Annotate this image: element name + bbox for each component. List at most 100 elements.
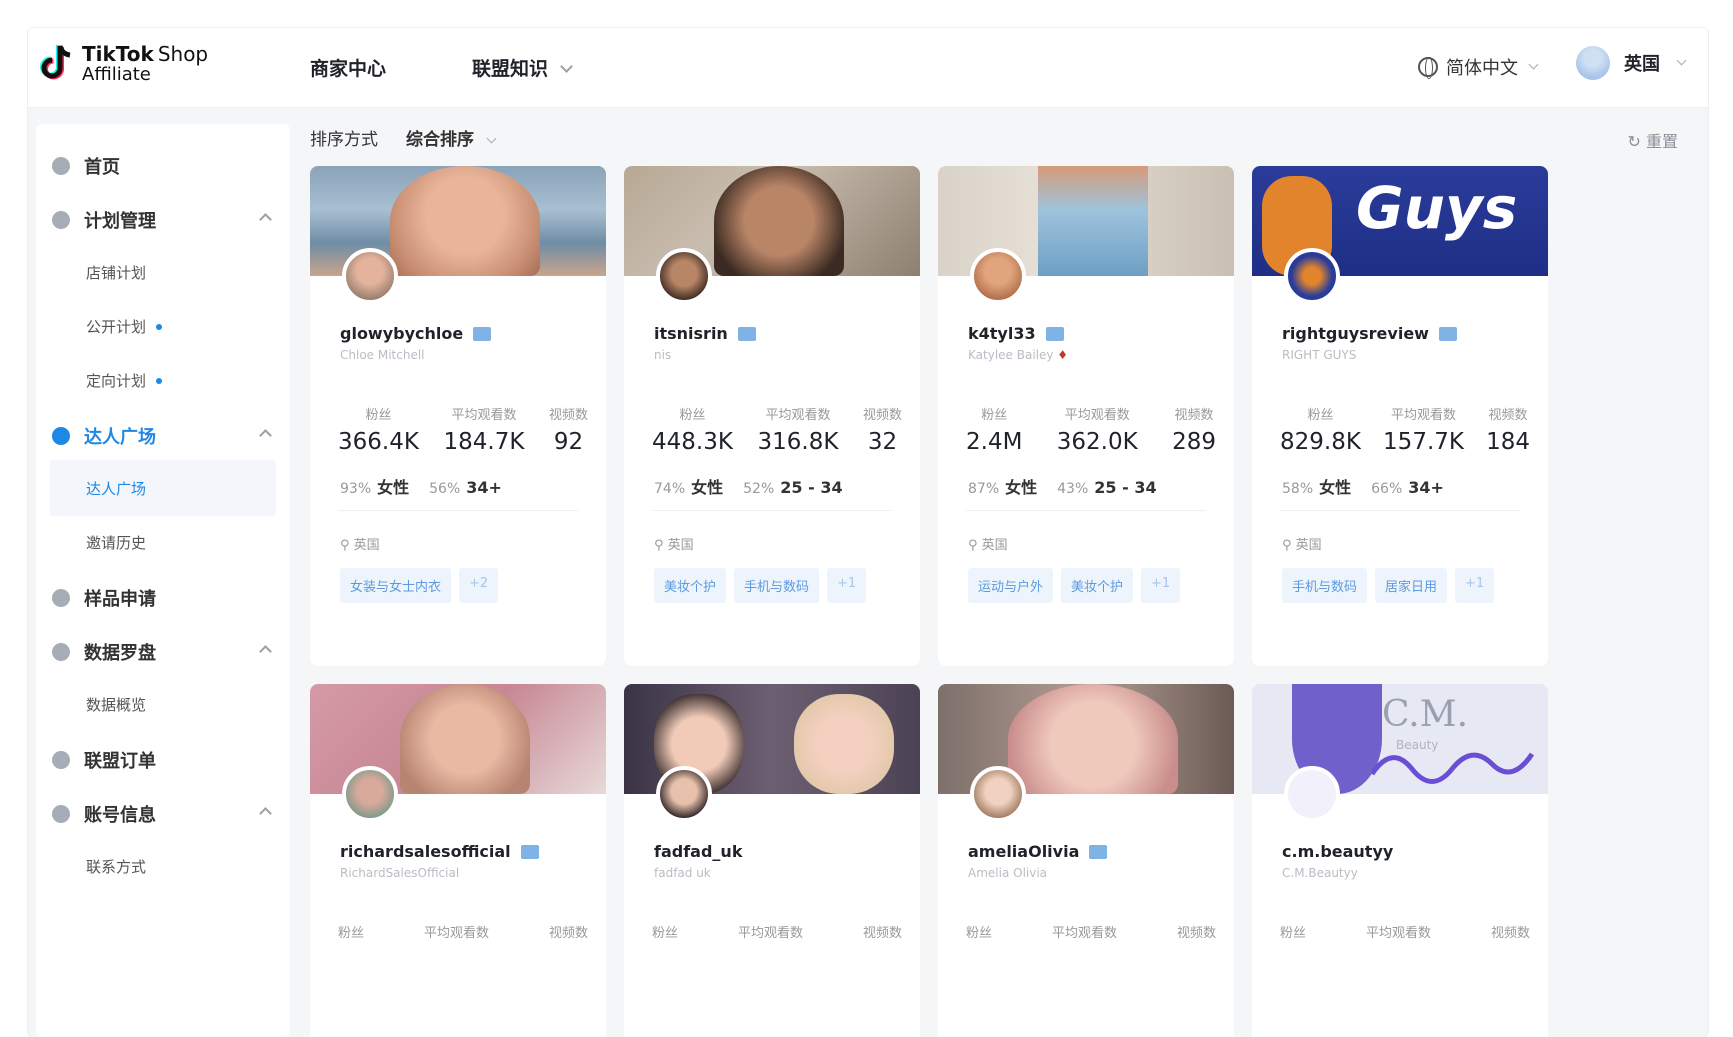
nav-merchant-center[interactable]: 商家中心 (310, 54, 386, 81)
username-text: fadfad_uk (654, 842, 743, 861)
creator-username[interactable]: fadfad_uk (654, 842, 742, 861)
chevron-up-icon (259, 807, 272, 820)
avg-views-label: 平均观看数 (1064, 408, 1130, 423)
username-text: c.m.beautyy (1282, 842, 1394, 861)
avg-views-value: 157.7K (1383, 429, 1464, 455)
avg-views-label: 平均观看数 (451, 408, 517, 423)
audience-demographics: 93% 女性 56% 34+ (340, 474, 502, 498)
sidebar-item-creator-square-sub[interactable]: 达人广场 (86, 478, 146, 499)
nickname-text: Katylee Bailey (968, 348, 1054, 362)
new-dot-icon (156, 378, 163, 384)
creator-card[interactable]: k4tyl33 Katylee Bailey ♦ 粉丝 2.4M 平均观看数 362… (938, 166, 1234, 666)
creator-nickname: nis (654, 348, 672, 362)
sidebar-item-creator-square[interactable]: 达人广场 (36, 414, 290, 458)
creator-card[interactable]: glowybychloe Chloe Mitchell 粉丝 366.4K 平均观… (310, 166, 606, 666)
username-text: itsnisrin (654, 324, 728, 343)
new-dot-icon (156, 324, 163, 330)
avatar (656, 248, 712, 304)
sort-bar: 排序方式 综合排序 (310, 120, 497, 154)
more-tags-badge[interactable]: +2 (459, 568, 499, 603)
sidebar-item-targeted-plan[interactable]: 定向计划 (86, 370, 163, 391)
creator-username[interactable]: rightguysreview (1282, 324, 1457, 343)
username-text: ameliaOlivia (968, 842, 1080, 861)
sidebar-item-label: 定向计划 (86, 372, 147, 390)
creator-nickname: fadfad uk (654, 866, 711, 880)
audience-demographics: 87% 女性 43% 25 - 34 (968, 474, 1157, 498)
id-card-icon (1438, 326, 1457, 341)
sidebar-item-account-info[interactable]: 账号信息 (36, 792, 290, 836)
creator-username[interactable]: k4tyl33 (968, 324, 1064, 343)
wave-decoration-icon (1372, 752, 1535, 784)
creator-stats: 粉丝 平均观看数 视频数 (1280, 922, 1530, 941)
creator-stats: 粉丝 829.8K 平均观看数 157.7K 视频数 184 (1280, 404, 1530, 455)
cover-text: Guys (1356, 174, 1518, 242)
creator-card[interactable]: C.M. Beauty c.m.beautyy C.M.Beautyy 粉丝 平… (1252, 684, 1548, 1037)
location-pin-icon: ⚲ (1282, 538, 1296, 553)
user-menu[interactable]: 英国 (1576, 46, 1687, 80)
more-tags-badge[interactable]: +1 (1455, 568, 1495, 603)
creator-location: ⚲ 英国 (1282, 534, 1322, 553)
more-tags-badge[interactable]: +1 (827, 568, 867, 603)
sidebar-item-sample-request[interactable]: 样品申请 (36, 576, 290, 620)
creator-username[interactable]: c.m.beautyy (1282, 842, 1393, 861)
videos-value: 92 (553, 429, 584, 455)
refresh-icon: ↻ (1627, 132, 1646, 151)
nav-alliance-knowledge[interactable]: 联盟知识 (472, 54, 573, 81)
location-pin-icon: ⚲ (340, 538, 354, 553)
sidebar-item-home[interactable]: 首页 (36, 144, 290, 188)
category-tags: 运动与户外 美妆个护 +1 (968, 568, 1181, 603)
avg-views-label: 平均观看数 (1391, 408, 1457, 423)
creator-location: ⚲ 英国 (340, 534, 380, 553)
category-tag: 手机与数码 (1282, 568, 1368, 603)
sidebar-item-invite-history[interactable]: 邀请历史 (86, 532, 146, 553)
category-tag: 手机与数码 (734, 568, 820, 603)
age-label: 25 - 34 (1094, 478, 1157, 497)
avg-views-label: 平均观看数 (423, 926, 489, 941)
creator-card[interactable]: itsnisrin nis 粉丝 448.3K 平均观看数 316.8K 视频数 32… (624, 166, 920, 666)
sidebar-item-label: 数据罗盘 (84, 643, 156, 664)
avatar (1284, 248, 1340, 304)
sidebar-item-plan-management[interactable]: 计划管理 (36, 198, 290, 242)
creator-stats: 粉丝 平均观看数 视频数 (338, 922, 588, 941)
tiktok-shop-affiliate-logo[interactable]: TikTok Shop Affiliate (36, 42, 208, 86)
category-tags: 女装与女士内衣 +2 (340, 568, 499, 603)
username-text: glowybychloe (340, 324, 464, 343)
creator-username[interactable]: richardsalesofficial (340, 842, 539, 861)
tiktok-logo-icon (36, 42, 76, 86)
sidebar-item-store-plan[interactable]: 店铺计划 (86, 262, 146, 283)
location-text: 英国 (981, 538, 1008, 553)
creator-card[interactable]: Guys rightguysreview RIGHT GUYS 粉丝 829.8K… (1252, 166, 1548, 666)
chevron-up-icon (259, 645, 272, 658)
avg-views-label: 平均观看数 (1051, 926, 1117, 941)
region-label: 英国 (1624, 54, 1660, 75)
creator-card[interactable]: richardsalesofficial RichardSalesOfficia… (310, 684, 606, 1037)
creator-username[interactable]: ameliaOlivia (968, 842, 1108, 861)
home-icon (52, 157, 70, 175)
sidebar-item-alliance-orders[interactable]: 联盟订单 (36, 738, 290, 782)
creator-stats: 粉丝 平均观看数 视频数 (966, 922, 1216, 941)
fans-label: 粉丝 (679, 408, 706, 423)
sort-select[interactable]: 综合排序 (406, 125, 497, 150)
avatar (1284, 766, 1340, 822)
creator-nickname: Katylee Bailey ♦ (968, 348, 1068, 362)
creator-username[interactable]: glowybychloe (340, 324, 492, 343)
creator-card[interactable]: ameliaOlivia Amelia Olivia 粉丝 平均观看数 视频数 (938, 684, 1234, 1037)
creator-card[interactable]: fadfad_uk fadfad uk 粉丝 平均观看数 视频数 (624, 684, 920, 1037)
more-tags-badge[interactable]: +1 (1141, 568, 1181, 603)
sidebar-item-data-compass[interactable]: 数据罗盘 (36, 630, 290, 674)
sidebar-item-label: 账号信息 (84, 805, 156, 826)
reset-button[interactable]: ↻ 重置 (1627, 128, 1678, 152)
creator-username[interactable]: itsnisrin (654, 324, 756, 343)
divider (652, 510, 892, 511)
sidebar-item-data-overview[interactable]: 数据概览 (86, 694, 146, 715)
divider (338, 510, 578, 511)
chevron-up-icon (259, 429, 272, 442)
female-pct: 74% (654, 481, 686, 497)
sidebar-item-contact[interactable]: 联系方式 (86, 856, 146, 877)
language-selector[interactable]: 简体中文 (1418, 54, 1539, 80)
avatar (342, 766, 398, 822)
chevron-down-icon (486, 133, 497, 143)
age-label: 34+ (466, 478, 502, 497)
sidebar-item-public-plan[interactable]: 公开计划 (86, 316, 163, 337)
fans-label: 粉丝 (365, 408, 392, 423)
